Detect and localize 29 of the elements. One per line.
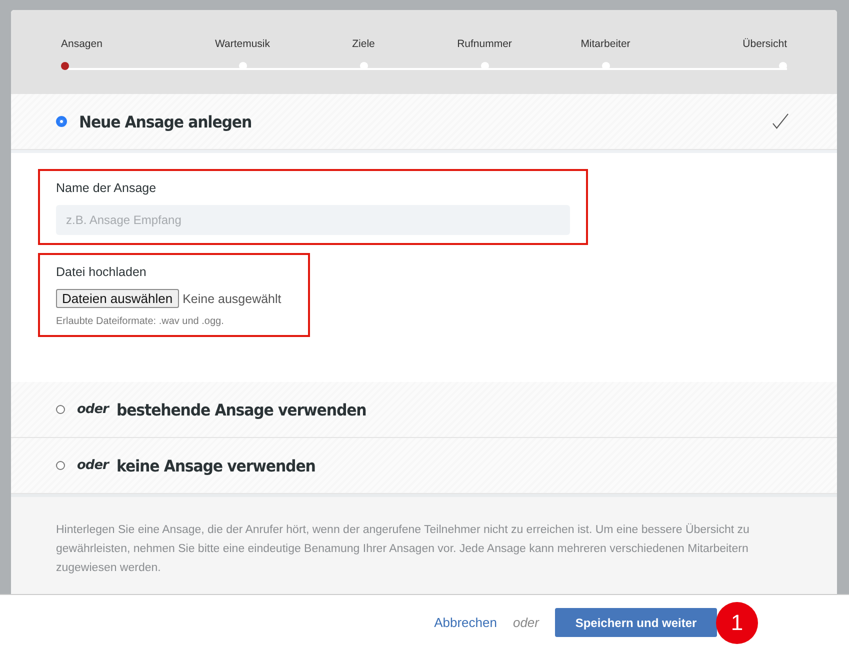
file-status: Keine ausgewählt [182,292,282,306]
field-label: Datei hochladen [56,265,148,279]
radio-button[interactable] [56,405,65,414]
step-label: Ansagen [61,38,102,50]
option-header[interactable]: oder bestehende Ansage verwenden [11,382,837,438]
step-label: Übersicht [742,38,787,50]
radio-button[interactable] [56,461,65,470]
step-label: Rufnummer [457,38,512,50]
option-title: bestehende Ansage verwenden [116,400,366,420]
option-prefix: oder [77,458,108,473]
option-prefix: oder [77,402,108,417]
cancel-link[interactable]: Abbrechen [434,615,497,630]
choose-files-button[interactable]: Dateien auswählen [56,289,179,308]
step-label: Wartemusik [214,38,270,50]
option-header[interactable]: Neue Ansage anlegen [11,94,837,150]
save-continue-button[interactable]: Speichern und weiter [555,608,717,637]
format-hint: Erlaubte Dateiformate: .wav und .ogg. [56,316,225,327]
option-title: Neue Ansage anlegen [79,112,252,132]
step-badge: 1 [716,602,758,644]
field-label: Name der Ansage [56,181,158,195]
separator-text: oder [512,615,539,630]
step-label: Ziele [352,38,375,50]
radio-button[interactable] [56,116,67,127]
check-icon [772,113,789,130]
description-text: Hinterlegen Sie eine Ansage, die der Anrufer hört, wenn der angerufene Teilnehmer nicht zu erreichen ist. Um eine bessere Übersicht zu gewährleisten, nehmen Sie bitte eine eindeutige Benamung Ihrer Ansagen vor. Jede Ansage kann mehreren verschiedenen Mitarbeitern zugewiesen werden. [56,522,750,576]
step-label: Mitarbeiter [580,38,630,50]
option-header[interactable]: oder keine Ansage verwenden [11,438,837,494]
name-input-field[interactable]: z.B. Ansage Empfang [56,205,570,235]
option-title: keine Ansage verwenden [116,456,316,476]
